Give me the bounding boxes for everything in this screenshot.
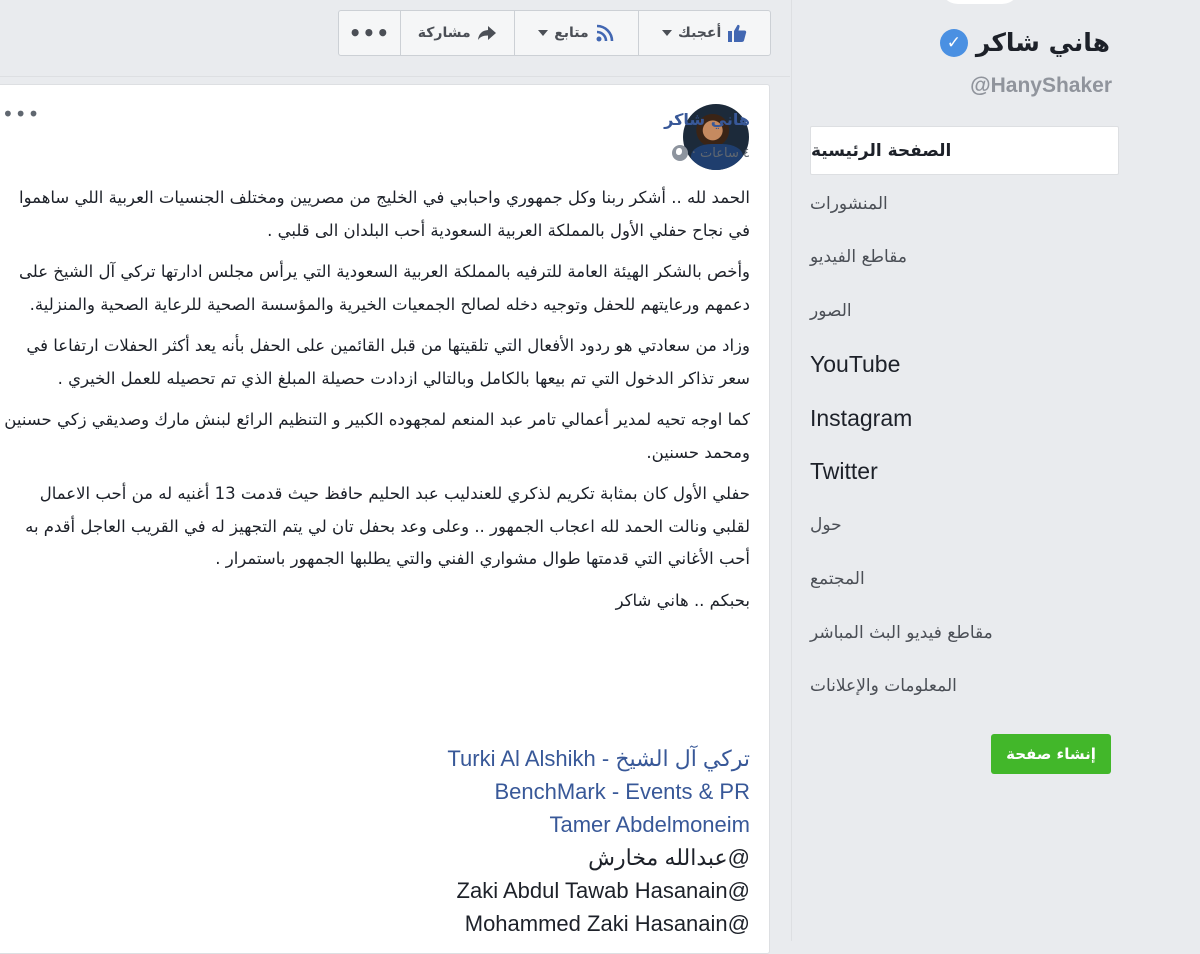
nav-item-videos[interactable]: مقاطع الفيديو xyxy=(810,231,1119,285)
thumbs-up-icon xyxy=(728,24,747,42)
mention-link[interactable]: BenchMark - Events & PR xyxy=(0,775,750,808)
create-page-button[interactable]: إنشاء صفحة xyxy=(991,734,1111,774)
post-options-icon[interactable]: ••• xyxy=(2,102,40,126)
follow-label: متابع xyxy=(554,25,589,41)
page-name: هاني شاكر xyxy=(975,28,1110,57)
nav-item-youtube[interactable]: YouTube xyxy=(810,338,1119,392)
mention-text: @Mohammed Zaki Hasanain xyxy=(464,911,750,936)
post-paragraph: وزاد من سعادتي هو ردود الأفعال التي تلقي… xyxy=(26,336,750,388)
more-icon: ••• xyxy=(348,21,391,45)
chevron-down-icon xyxy=(662,30,673,36)
mention-link[interactable]: تركي آل الشيخ - Turki Al Alshikh xyxy=(0,742,750,775)
follow-button[interactable]: متابع xyxy=(515,11,640,55)
rss-icon xyxy=(596,24,613,42)
nav-item-instagram[interactable]: Instagram xyxy=(810,391,1119,445)
post-text: الحمد لله .. أشكر ربنا وكل جمهوري واحباب… xyxy=(4,182,750,622)
more-button[interactable]: ••• xyxy=(339,11,401,55)
mention-text: @Zaki Abdul Tawab Hasanain xyxy=(456,878,750,903)
nav-item-live-videos[interactable]: مقاطع فيديو البث المباشر xyxy=(810,606,1119,660)
mention-link[interactable]: Tamer Abdelmoneim xyxy=(0,808,750,841)
post-paragraph: الحمد لله .. أشكر ربنا وكل جمهوري واحباب… xyxy=(19,188,750,240)
page-action-bar: ••• مشاركة متابع أعجبك xyxy=(338,10,771,56)
post-signature: بحبكم .. هاني شاكر xyxy=(615,590,750,610)
page-title[interactable]: هاني شاكر ✓ xyxy=(939,28,1110,57)
post-mentions: تركي آل الشيخ - Turki Al Alshikh BenchMa… xyxy=(0,742,750,940)
post-time-text: ٤ ساعات · xyxy=(691,145,750,161)
nav-item-info-ads[interactable]: المعلومات والإعلانات xyxy=(810,659,1119,713)
verified-badge-icon: ✓ xyxy=(939,28,968,57)
page-handle[interactable]: @HanyShaker xyxy=(970,74,1112,98)
post-paragraph: كما اوجه تحيه لمدير أعمالي تامر عبد المن… xyxy=(4,410,750,462)
nav-item-twitter[interactable]: Twitter xyxy=(810,445,1119,499)
mention-text: @عبدالله مخارش xyxy=(588,845,750,870)
share-label: مشاركة xyxy=(417,25,471,41)
like-label: أعجبك xyxy=(678,25,722,41)
share-icon xyxy=(477,26,496,40)
nav-item-photos[interactable]: الصور xyxy=(810,284,1119,338)
like-button[interactable]: أعجبك xyxy=(639,11,770,55)
post-timestamp[interactable]: ٤ ساعات · xyxy=(671,145,750,161)
divider xyxy=(0,76,790,77)
nav-item-about[interactable]: حول xyxy=(810,499,1119,553)
post-paragraph: وأخص بالشكر الهيئة العامة للترفيه بالممل… xyxy=(18,262,750,314)
post-author[interactable]: هاني شاكر xyxy=(664,110,750,129)
post-paragraph: حفلي الأول كان بمثابة تكريم لذكري للعندل… xyxy=(25,484,750,568)
chevron-down-icon xyxy=(538,30,549,36)
nav-item-community[interactable]: المجتمع xyxy=(810,552,1119,606)
page-nav: الصفحة الرئيسية المنشورات مقاطع الفيديو … xyxy=(810,126,1119,713)
nav-item-posts[interactable]: المنشورات xyxy=(810,177,1119,231)
nav-item-home[interactable]: الصفحة الرئيسية xyxy=(810,126,1119,175)
globe-icon xyxy=(671,145,688,161)
share-button[interactable]: مشاركة xyxy=(401,11,515,55)
